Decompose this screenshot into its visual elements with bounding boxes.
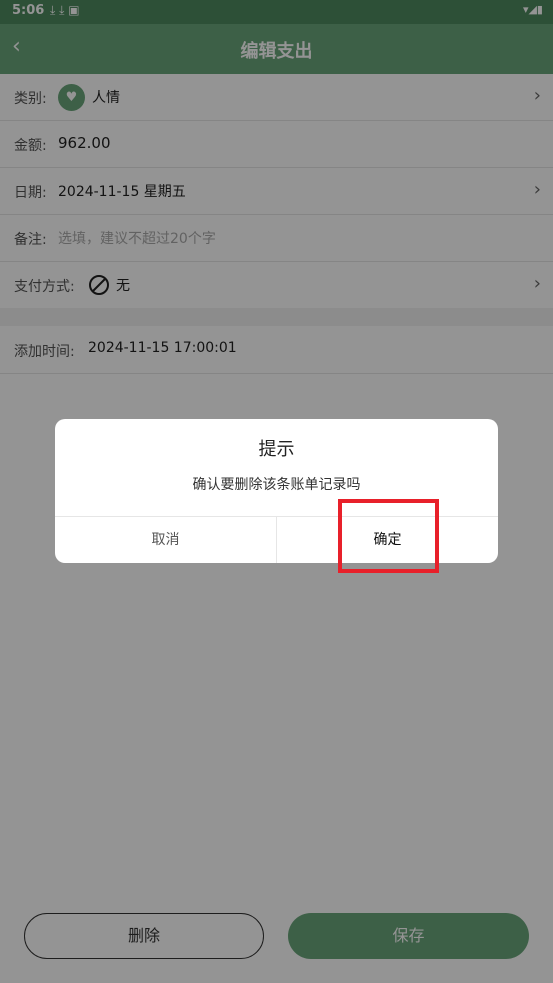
dialog-title: 提示 <box>258 439 295 460</box>
cancel-button[interactable]: 取消 <box>55 517 276 563</box>
highlight-box <box>338 499 439 573</box>
dialog-message: 确认要删除该条账单记录吗 <box>192 477 361 493</box>
